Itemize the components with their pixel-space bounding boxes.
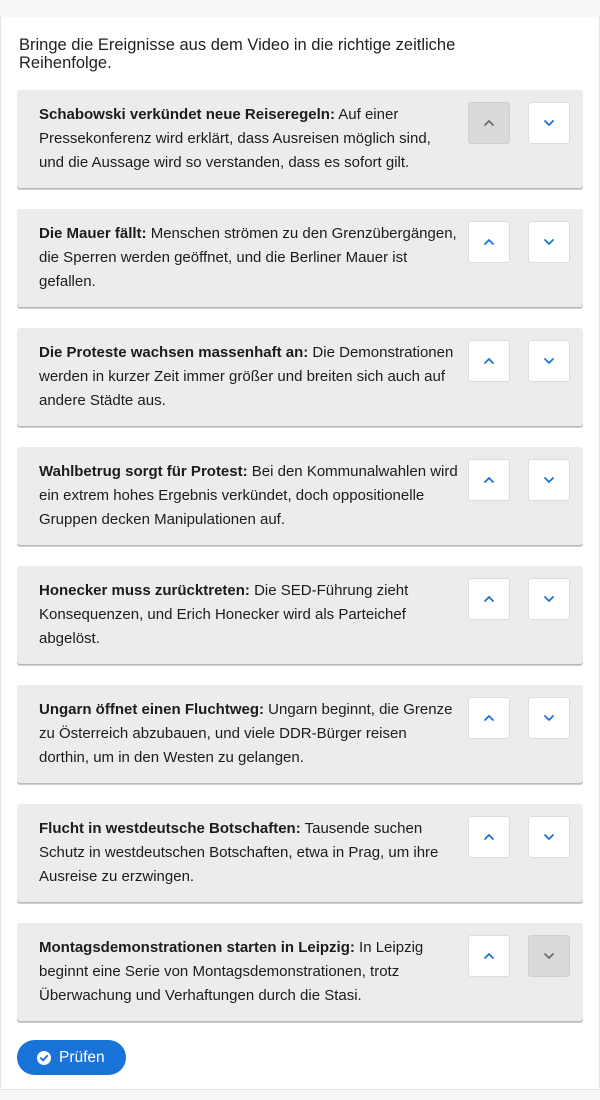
item-title: Die Mauer fällt: [39, 225, 147, 242]
sortable-item[interactable]: Wahlbetrug sorgt für Protest: Bei den Ko… [17, 447, 583, 545]
chevron-up-icon [484, 715, 494, 721]
sortable-item[interactable]: Ungarn öffnet einen Fluchtweg: Ungarn be… [17, 685, 583, 783]
move-up-button[interactable] [468, 935, 510, 977]
chevron-down-icon [544, 120, 554, 126]
move-up-button[interactable] [468, 221, 510, 263]
move-up-button[interactable] [468, 459, 510, 501]
chevron-up-icon [484, 358, 494, 364]
move-down-button[interactable] [528, 935, 570, 977]
ordering-list: Schabowski verkündet neue Reiseregeln: A… [17, 90, 583, 1042]
sortable-item[interactable]: Die Proteste wachsen massenhaft an: Die … [17, 328, 583, 426]
chevron-up-icon [484, 596, 494, 602]
bottom-bar [0, 1089, 600, 1100]
chevron-down-icon [544, 596, 554, 602]
chevron-up-icon [484, 239, 494, 245]
item-text: Montagsdemonstrationen starten in Leipzi… [39, 936, 459, 1008]
check-circle-icon [37, 1050, 51, 1065]
sortable-item[interactable]: Montagsdemonstrationen starten in Leipzi… [17, 923, 583, 1021]
chevron-up-icon [484, 120, 494, 126]
item-title: Die Proteste wachsen massenhaft an: [39, 344, 309, 361]
item-title: Flucht in westdeutsche Botschaften: [39, 820, 301, 837]
chevron-up-icon [484, 953, 494, 959]
item-text: Schabowski verkündet neue Reiseregeln: A… [39, 103, 459, 175]
move-up-button[interactable] [468, 697, 510, 739]
top-bar [0, 0, 600, 18]
item-text: Wahlbetrug sorgt für Protest: Bei den Ko… [39, 460, 459, 532]
item-title: Schabowski verkündet neue Reiseregeln: [39, 106, 335, 123]
move-down-button[interactable] [528, 102, 570, 144]
move-down-button[interactable] [528, 578, 570, 620]
item-title: Montagsdemonstrationen starten in Leipzi… [39, 939, 355, 956]
move-up-button[interactable] [468, 340, 510, 382]
move-down-button[interactable] [528, 340, 570, 382]
move-down-button[interactable] [528, 459, 570, 501]
sortable-item[interactable]: Honecker muss zurücktreten: Die SED-Führ… [17, 566, 583, 664]
sortable-item[interactable]: Die Mauer fällt: Menschen strömen zu den… [17, 209, 583, 307]
move-down-button[interactable] [528, 221, 570, 263]
sortable-item[interactable]: Schabowski verkündet neue Reiseregeln: A… [17, 90, 583, 188]
chevron-down-icon [544, 953, 554, 959]
sortable-item[interactable]: Flucht in westdeutsche Botschaften: Taus… [17, 804, 583, 902]
chevron-down-icon [544, 477, 554, 483]
chevron-down-icon [544, 715, 554, 721]
chevron-down-icon [544, 358, 554, 364]
move-down-button[interactable] [528, 697, 570, 739]
check-button[interactable]: Prüfen [17, 1040, 126, 1075]
instruction-text: Bringe die Ereignisse aus dem Video in d… [19, 36, 456, 72]
item-title: Honecker muss zurücktreten: [39, 582, 250, 599]
check-button-label: Prüfen [59, 1048, 105, 1066]
move-up-button[interactable] [468, 102, 510, 144]
chevron-down-icon [544, 239, 554, 245]
item-title: Ungarn öffnet einen Fluchtweg: [39, 701, 264, 718]
item-text: Die Proteste wachsen massenhaft an: Die … [39, 341, 459, 413]
move-up-button[interactable] [468, 578, 510, 620]
item-title: Wahlbetrug sorgt für Protest: [39, 463, 248, 480]
move-up-button[interactable] [468, 816, 510, 858]
item-text: Honecker muss zurücktreten: Die SED-Führ… [39, 579, 459, 651]
chevron-up-icon [484, 477, 494, 483]
item-text: Die Mauer fällt: Menschen strömen zu den… [39, 222, 459, 294]
chevron-up-icon [484, 834, 494, 840]
item-text: Flucht in westdeutsche Botschaften: Taus… [39, 817, 459, 889]
chevron-down-icon [544, 834, 554, 840]
move-down-button[interactable] [528, 816, 570, 858]
item-text: Ungarn öffnet einen Fluchtweg: Ungarn be… [39, 698, 459, 770]
